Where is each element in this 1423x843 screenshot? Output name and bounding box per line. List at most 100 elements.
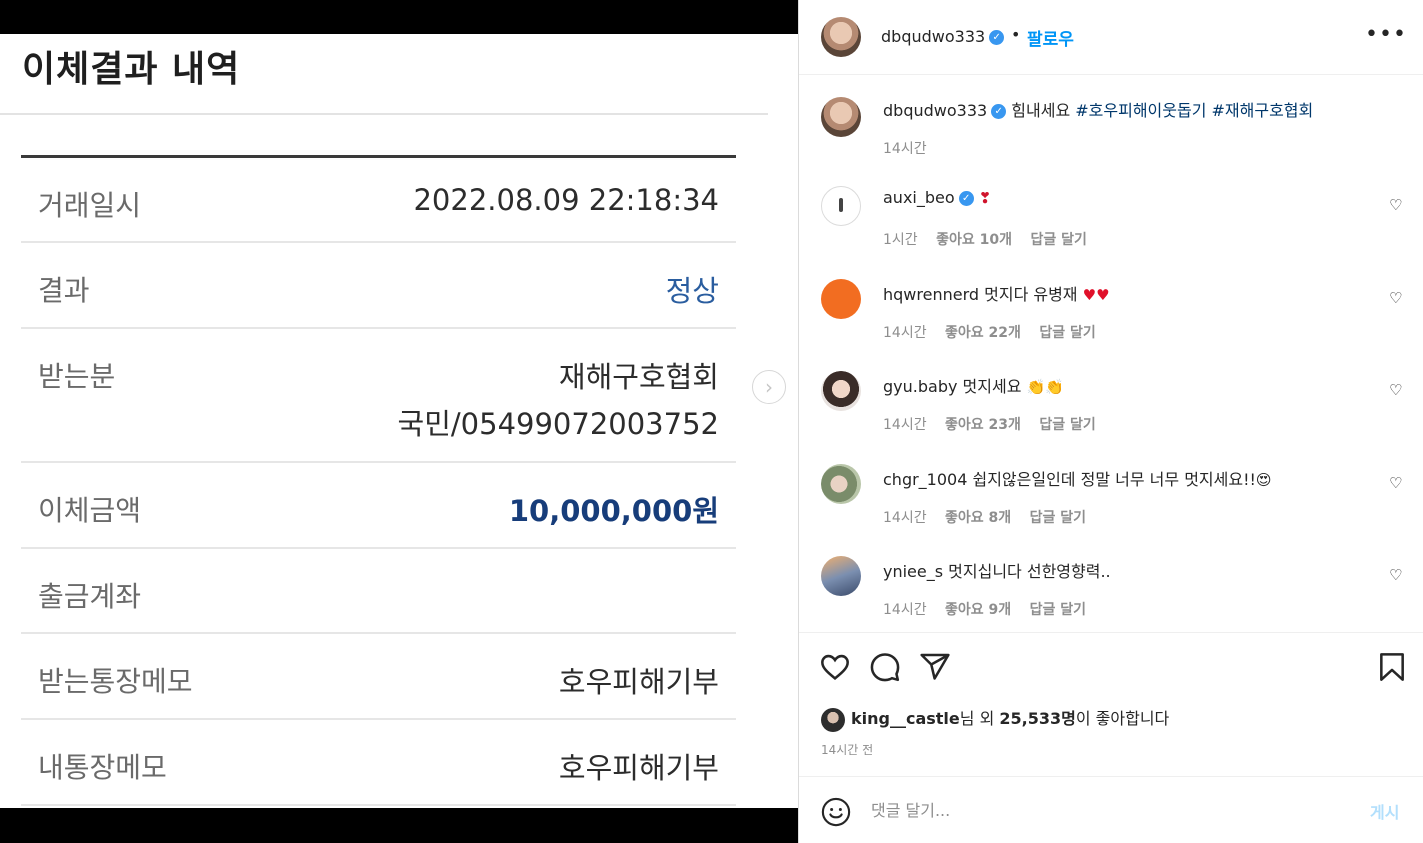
avatar[interactable]: [821, 556, 861, 596]
comment-time: 14시간: [883, 417, 927, 433]
caption-username[interactable]: dbqudwo333: [883, 101, 987, 120]
liker-username[interactable]: king__castle: [851, 709, 960, 728]
comment-time: 1시간: [883, 232, 918, 248]
row-recipient: 받는분 재해구호협회 국민/05499072003752: [21, 329, 736, 463]
comment-username[interactable]: yniee_s: [883, 562, 943, 581]
heart-icon[interactable]: ♡: [1389, 566, 1402, 584]
comment-username[interactable]: hqwrennerd: [883, 285, 979, 304]
comment-meta: 14시간 좋아요 8개 답글 달기: [883, 507, 1100, 527]
comment-likes[interactable]: 좋아요 23개: [945, 417, 1021, 433]
likes-tail: 이 좋아합니다: [1075, 709, 1170, 728]
post-time: 14시간 전: [821, 743, 874, 757]
comment-username[interactable]: gyu.baby: [883, 377, 957, 396]
avatar[interactable]: [821, 186, 861, 226]
row-value: 호우피해기부: [558, 751, 719, 785]
username-text[interactable]: dbqudwo333: [881, 27, 985, 46]
comment-time: 14시간: [883, 325, 927, 341]
add-comment-bar: 게시: [799, 776, 1423, 843]
reply-button[interactable]: 답글 달기: [1030, 602, 1086, 618]
more-options-icon[interactable]: •••: [1365, 22, 1407, 47]
reply-button[interactable]: 답글 달기: [1030, 510, 1086, 526]
comment-likes[interactable]: 좋아요 10개: [936, 232, 1012, 248]
row-value: 정상: [665, 274, 719, 308]
separator: •: [1011, 25, 1021, 44]
avatar[interactable]: [821, 17, 861, 57]
row-value: 10,000,000원: [508, 494, 719, 528]
post-actions: king__castle님 외 25,533명이 좋아합니다 14시간 전: [799, 632, 1423, 777]
heart-icon[interactable]: ♡: [1389, 196, 1402, 214]
list-item: auxi_beo ✓ ❣ 1시간 좋아요 10개 답글 달기 ♡: [799, 186, 1423, 256]
comment-text: yniee_s 멋지십니다 선한영향력..: [883, 558, 1111, 582]
comment-likes[interactable]: 좋아요 8개: [945, 510, 1011, 526]
comment-meta: 14시간 좋아요 9개 답글 달기: [883, 599, 1100, 619]
comment-meta: 14시간 좋아요 23개 답글 달기: [883, 414, 1110, 434]
row-my-memo: 내통장메모 호우피해기부: [21, 720, 736, 806]
row-amount: 이체금액 10,000,000원: [21, 463, 736, 549]
row-label: 결과: [38, 274, 90, 307]
caption-time: 14시간: [883, 141, 927, 157]
heart-icon[interactable]: ♡: [1389, 474, 1402, 492]
comment-text: hqwrennerd 멋지다 유병재 ♥♥: [883, 281, 1110, 305]
row-withdraw-account: 출금계좌: [21, 549, 736, 634]
row-value-account: 국민/05499072003752: [397, 407, 719, 441]
comment-body: 멋지다 유병재: [984, 285, 1078, 304]
comment-username[interactable]: auxi_beo: [883, 188, 955, 207]
comment-meta: 14시간 좋아요 22개 답글 달기: [883, 322, 1110, 342]
verified-badge-icon: ✓: [958, 191, 974, 206]
clapping-hands-icon: 👏👏: [1026, 378, 1064, 396]
verified-badge-icon: ✓: [989, 30, 1005, 45]
comment-likes[interactable]: 좋아요 9개: [945, 602, 1011, 618]
emoji-icon[interactable]: [821, 797, 851, 827]
avatar[interactable]: [821, 279, 861, 319]
header-username[interactable]: dbqudwo333 ✓: [881, 27, 1005, 46]
row-label: 출금계좌: [38, 580, 142, 613]
bank-receipt-image: 이체결과 내역 거래일시 2022.08.09 22:18:34 결과 정상 받…: [0, 34, 798, 808]
avatar[interactable]: [821, 97, 861, 137]
follow-button[interactable]: 팔로우: [1027, 25, 1074, 50]
heart-exclamation-icon: ❣: [978, 189, 992, 207]
likes-count[interactable]: 25,533명: [999, 709, 1075, 728]
caption: dbqudwo333 ✓ 힘내세요 #호우피해이웃돕기 #재해구호협회 14시간: [799, 95, 1423, 165]
list-item: yniee_s 멋지십니다 선한영향력.. 14시간 좋아요 9개 답글 달기 …: [799, 556, 1423, 626]
like-heart-icon[interactable]: [819, 651, 851, 683]
bank-receipt-title: 이체결과 내역: [22, 49, 241, 90]
bookmark-icon[interactable]: [1376, 651, 1408, 683]
reply-button[interactable]: 답글 달기: [1039, 325, 1095, 341]
comment-likes[interactable]: 좋아요 22개: [945, 325, 1021, 341]
post-sidebar: dbqudwo333 ✓ • 팔로우 ••• dbqudwo333 ✓ 힘내세요 #…: [798, 0, 1423, 843]
row-value: 2022.08.09 22:18:34: [413, 183, 719, 217]
divider: [0, 113, 768, 115]
list-item: gyu.baby 멋지세요 👏👏 14시간 좋아요 23개 답글 달기 ♡: [799, 371, 1423, 441]
row-label: 이체금액: [38, 494, 142, 527]
reply-button[interactable]: 답글 달기: [1030, 232, 1086, 248]
caption-hashtags[interactable]: #호우피해이웃돕기 #재해구호협회: [1075, 101, 1313, 120]
row-result: 결과 정상: [21, 243, 736, 329]
row-label: 받는통장메모: [38, 665, 193, 698]
comment-body: 멋지십니다 선한영향력..: [948, 562, 1111, 581]
comment-time: 14시간: [883, 602, 927, 618]
row-label: 받는분: [38, 360, 116, 393]
comment-icon[interactable]: [869, 651, 901, 683]
row-label: 거래일시: [38, 189, 142, 222]
caption-text: dbqudwo333 ✓ 힘내세요 #호우피해이웃돕기 #재해구호협회: [883, 97, 1313, 121]
comment-body: 멋지세요: [962, 377, 1022, 396]
avatar[interactable]: [821, 707, 845, 732]
comment-time: 14시간: [883, 510, 927, 526]
reply-button[interactable]: 답글 달기: [1039, 417, 1095, 433]
row-value: 호우피해기부: [558, 665, 719, 699]
comment-meta: 1시간 좋아요 10개 답글 달기: [883, 229, 1101, 249]
comment-username[interactable]: chgr_1004: [883, 470, 967, 489]
heart-icon[interactable]: ♡: [1389, 289, 1402, 307]
avatar[interactable]: [821, 371, 861, 411]
avatar[interactable]: [821, 464, 861, 504]
post-comment-button[interactable]: 게시: [1370, 799, 1399, 823]
comment-text: auxi_beo ✓ ❣: [883, 188, 991, 207]
comment-text: chgr_1004 쉽지않은일인데 정말 너무 너무 멋지세요!!😍: [883, 466, 1272, 490]
share-icon[interactable]: [919, 651, 951, 683]
comment-input[interactable]: [871, 795, 1331, 825]
chevron-right-icon[interactable]: ›: [752, 370, 786, 404]
heart-icon[interactable]: ♡: [1389, 381, 1402, 399]
row-value: 재해구호협회: [558, 360, 719, 394]
caption-body: 힘내세요: [1011, 101, 1071, 120]
verified-badge-icon: ✓: [991, 104, 1007, 119]
